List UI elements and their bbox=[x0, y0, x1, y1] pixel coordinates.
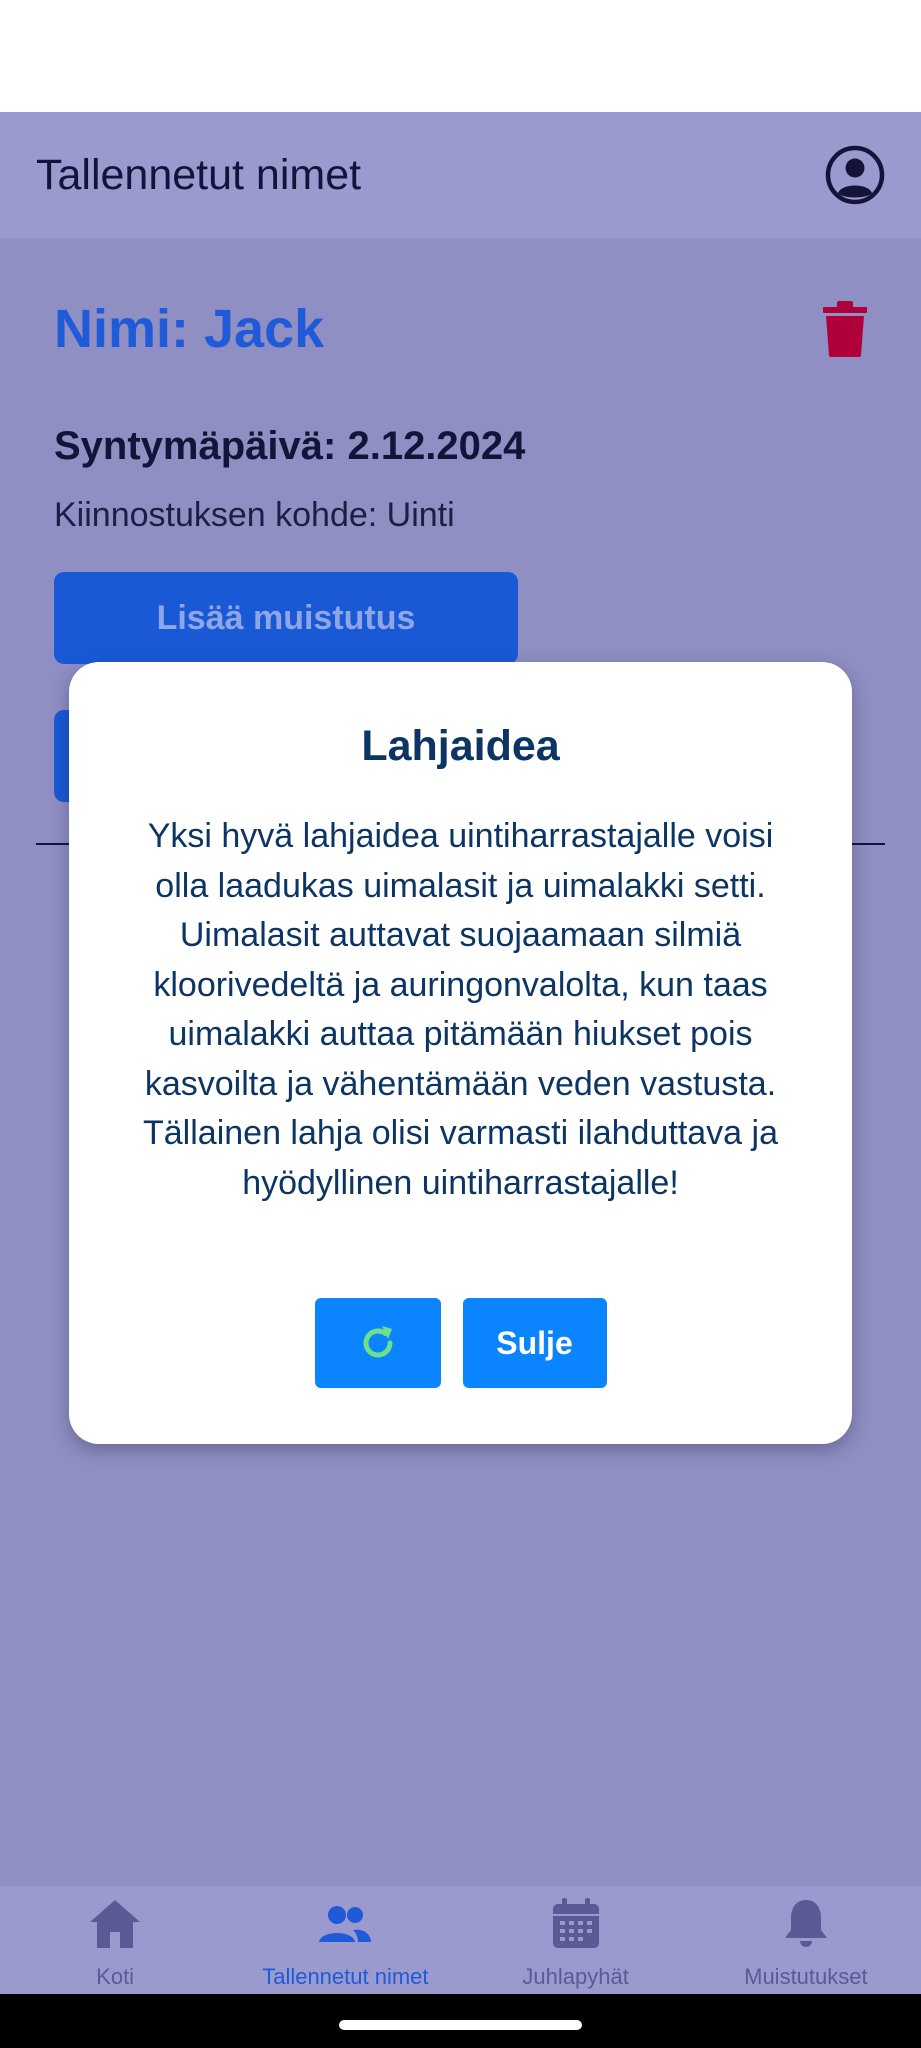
nav-item-reminders[interactable]: Muistutukset bbox=[691, 1886, 921, 1994]
bottom-navigation: Koti Tallennetut nimet Juhlapyhät Muistu… bbox=[0, 1886, 921, 1994]
home-gesture-handle[interactable] bbox=[339, 2020, 582, 2030]
calendar-icon bbox=[552, 1898, 599, 1948]
nav-label: Muistutukset bbox=[744, 1964, 868, 1989]
bell-icon bbox=[784, 1900, 827, 1947]
nav-item-saved-names[interactable]: Tallennetut nimet bbox=[230, 1886, 460, 1994]
nav-item-holidays[interactable]: Juhlapyhät bbox=[461, 1886, 691, 1994]
nav-item-home[interactable]: Koti bbox=[0, 1886, 230, 1994]
refresh-button[interactable] bbox=[314, 1298, 441, 1388]
home-icon bbox=[90, 1900, 141, 1948]
dialog-actions: Sulje bbox=[69, 1298, 852, 1388]
people-icon bbox=[319, 1906, 372, 1942]
system-gesture-bar bbox=[0, 1994, 921, 2048]
gift-idea-dialog: Lahjaidea Yksi hyvä lahjaidea uintiharra… bbox=[69, 662, 852, 1444]
nav-label: Juhlapyhät bbox=[522, 1964, 629, 1989]
nav-label: Tallennetut nimet bbox=[262, 1964, 429, 1989]
close-button[interactable]: Sulje bbox=[462, 1298, 607, 1388]
dialog-title: Lahjaidea bbox=[361, 722, 560, 770]
dialog-body: Yksi hyvä lahjaidea uintiharrastajalle v… bbox=[143, 817, 778, 1202]
nav-label: Koti bbox=[96, 1964, 135, 1989]
refresh-icon bbox=[363, 1326, 392, 1358]
